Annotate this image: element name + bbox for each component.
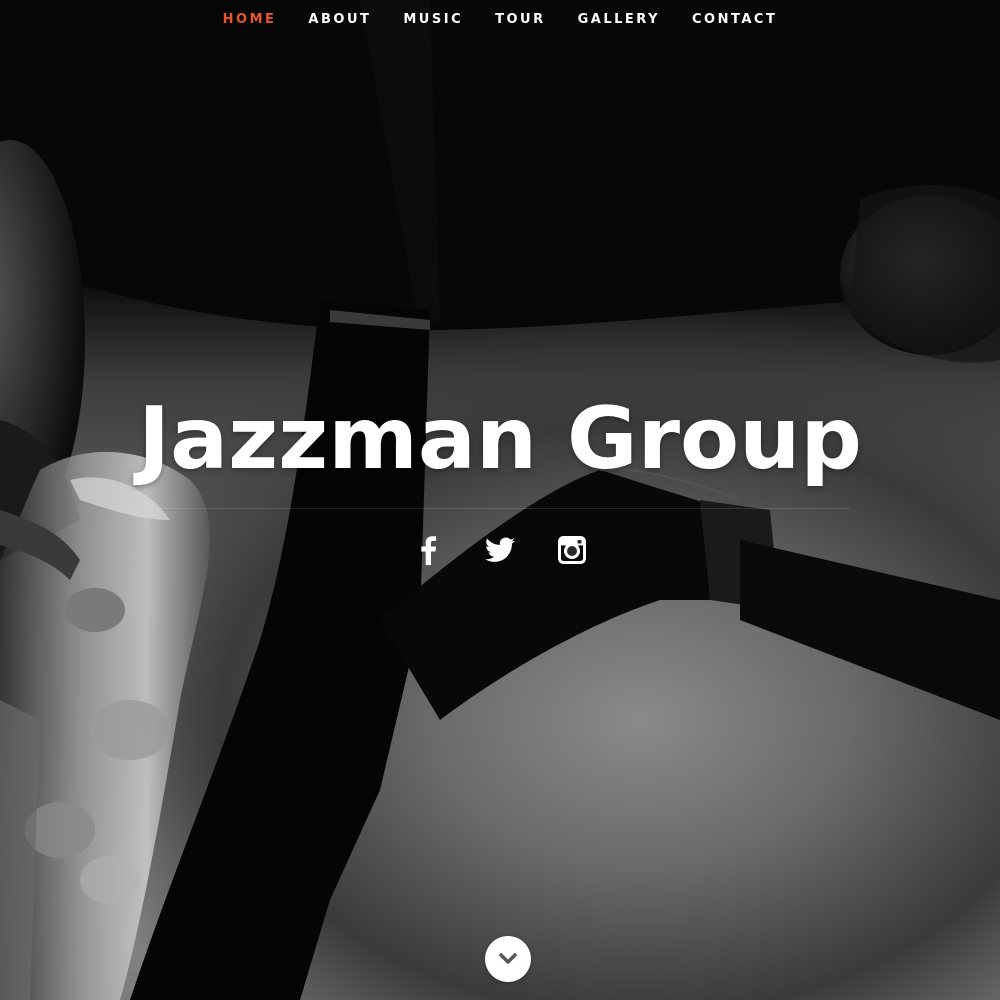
facebook-link[interactable]	[410, 532, 446, 568]
facebook-icon	[421, 536, 437, 565]
title-divider	[160, 508, 850, 509]
chevron-down-icon	[499, 953, 517, 964]
instagram-link[interactable]	[554, 532, 590, 568]
nav-item-gallery[interactable]: GALLERY	[562, 12, 676, 27]
hero-section: HOME ABOUT MUSIC TOUR GALLERY CONTACT Ja…	[0, 0, 1000, 1000]
hero-background-photo	[0, 0, 1000, 1000]
nav-item-music[interactable]: MUSIC	[387, 12, 479, 27]
instagram-icon	[558, 536, 586, 564]
nav-item-home[interactable]: HOME	[207, 12, 293, 27]
nav-item-contact[interactable]: CONTACT	[676, 12, 793, 27]
twitter-link[interactable]	[482, 532, 518, 568]
nav-item-about[interactable]: ABOUT	[292, 12, 387, 27]
nav-item-tour[interactable]: TOUR	[479, 12, 562, 27]
social-links	[0, 530, 1000, 570]
main-navigation: HOME ABOUT MUSIC TOUR GALLERY CONTACT	[0, 0, 1000, 38]
scroll-down-button[interactable]	[485, 936, 531, 982]
page-title: Jazzman Group	[138, 389, 862, 489]
twitter-icon	[485, 537, 515, 562]
